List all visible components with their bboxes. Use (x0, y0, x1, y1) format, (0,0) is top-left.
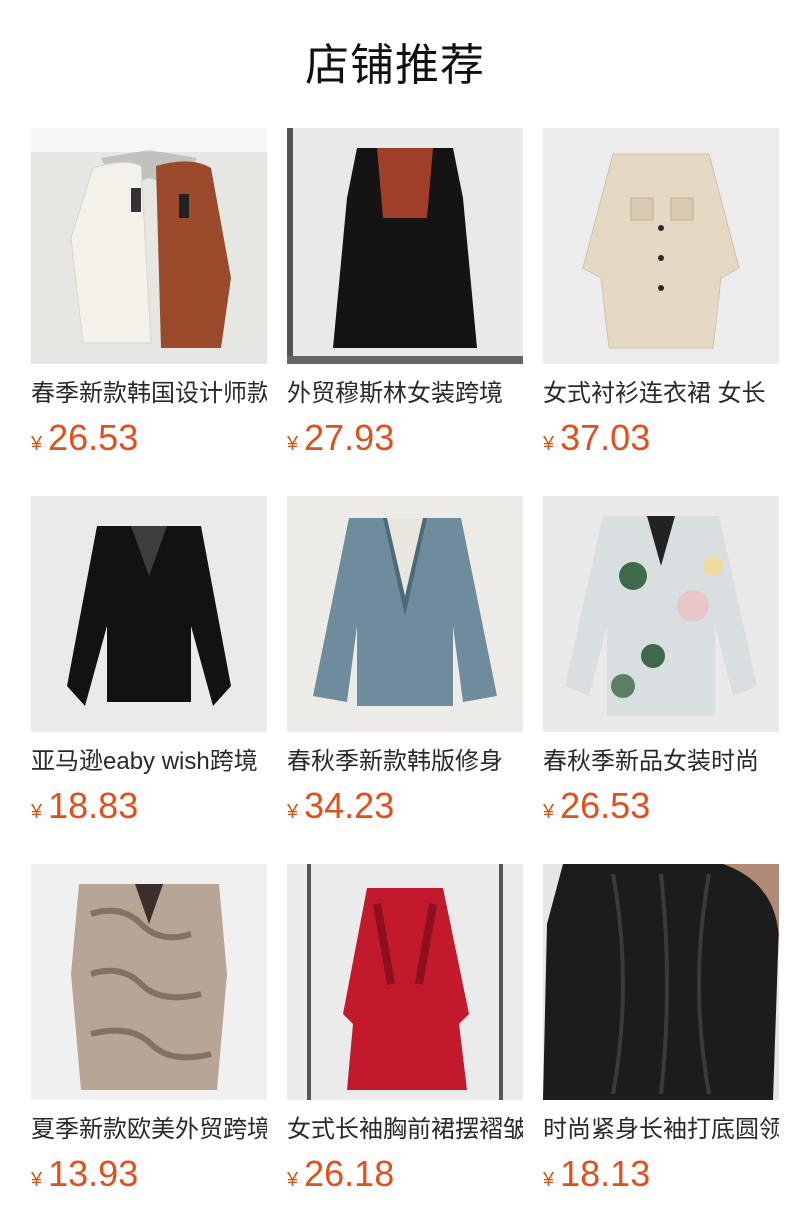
product-name[interactable]: 春季新款韩国设计师款 (31, 376, 267, 412)
price-amount: 34.23 (304, 785, 395, 826)
product-card[interactable]: 春季新款韩国设计师款 ¥26.53 (31, 128, 267, 496)
product-image[interactable] (287, 864, 523, 1100)
product-price: ¥27.93 (287, 418, 523, 458)
price-amount: 37.03 (560, 417, 651, 458)
currency-symbol: ¥ (31, 801, 43, 823)
product-price: ¥13.93 (31, 1154, 267, 1194)
price-amount: 18.83 (48, 785, 139, 826)
product-image[interactable] (31, 496, 267, 732)
product-image[interactable] (287, 128, 523, 364)
product-name[interactable]: 亚马逊eaby wish跨境 (31, 744, 267, 780)
price-amount: 26.53 (48, 417, 139, 458)
product-image[interactable] (543, 864, 779, 1100)
currency-symbol: ¥ (287, 1169, 299, 1191)
currency-symbol: ¥ (287, 433, 299, 455)
currency-symbol: ¥ (31, 433, 43, 455)
product-price: ¥18.13 (543, 1154, 779, 1194)
product-grid: 春季新款韩国设计师款 ¥26.53 外贸穆斯林女装跨境 ¥27.93 女式衬衫连衣裙… (31, 128, 779, 1232)
product-image[interactable] (31, 128, 267, 364)
product-name[interactable]: 外贸穆斯林女装跨境 (287, 376, 523, 412)
product-image[interactable] (31, 864, 267, 1100)
product-price: ¥26.53 (543, 786, 779, 826)
product-card[interactable]: 外贸穆斯林女装跨境 ¥27.93 (287, 128, 523, 496)
product-name[interactable]: 春秋季新款韩版修身 (287, 744, 523, 780)
currency-symbol: ¥ (543, 801, 555, 823)
product-image[interactable] (287, 496, 523, 732)
product-card[interactable]: 夏季新款欧美外贸跨境 ¥13.93 (31, 864, 267, 1232)
product-price: ¥18.83 (31, 786, 267, 826)
product-card[interactable]: 女式衬衫连衣裙 女长 ¥37.03 (543, 128, 779, 496)
product-card[interactable]: 春秋季新款韩版修身 ¥34.23 (287, 496, 523, 864)
price-amount: 27.93 (304, 417, 395, 458)
currency-symbol: ¥ (543, 1169, 555, 1191)
product-name[interactable]: 时尚紧身长袖打底圆领 (543, 1112, 779, 1148)
product-card[interactable]: 春秋季新品女装时尚 ¥26.53 (543, 496, 779, 864)
product-card[interactable]: 女式长袖胸前裙摆褶皱 ¥26.18 (287, 864, 523, 1232)
currency-symbol: ¥ (287, 801, 299, 823)
product-card[interactable]: 亚马逊eaby wish跨境 ¥18.83 (31, 496, 267, 864)
product-image[interactable] (543, 496, 779, 732)
product-name[interactable]: 女式长袖胸前裙摆褶皱 (287, 1112, 523, 1148)
product-price: ¥34.23 (287, 786, 523, 826)
product-name[interactable]: 女式衬衫连衣裙 女长 (543, 376, 779, 412)
product-price: ¥26.18 (287, 1154, 523, 1194)
price-amount: 26.18 (304, 1153, 395, 1194)
price-amount: 26.53 (560, 785, 651, 826)
product-price: ¥37.03 (543, 418, 779, 458)
currency-symbol: ¥ (543, 433, 555, 455)
product-price: ¥26.53 (31, 418, 267, 458)
currency-symbol: ¥ (31, 1169, 43, 1191)
section-title: 店铺推荐 (305, 41, 485, 90)
product-name[interactable]: 春秋季新品女装时尚 (543, 744, 779, 780)
price-amount: 13.93 (48, 1153, 139, 1194)
product-card[interactable]: 时尚紧身长袖打底圆领 ¥18.13 (543, 864, 779, 1232)
product-name[interactable]: 夏季新款欧美外贸跨境 (31, 1112, 267, 1148)
price-amount: 18.13 (560, 1153, 651, 1194)
product-image[interactable] (543, 128, 779, 364)
